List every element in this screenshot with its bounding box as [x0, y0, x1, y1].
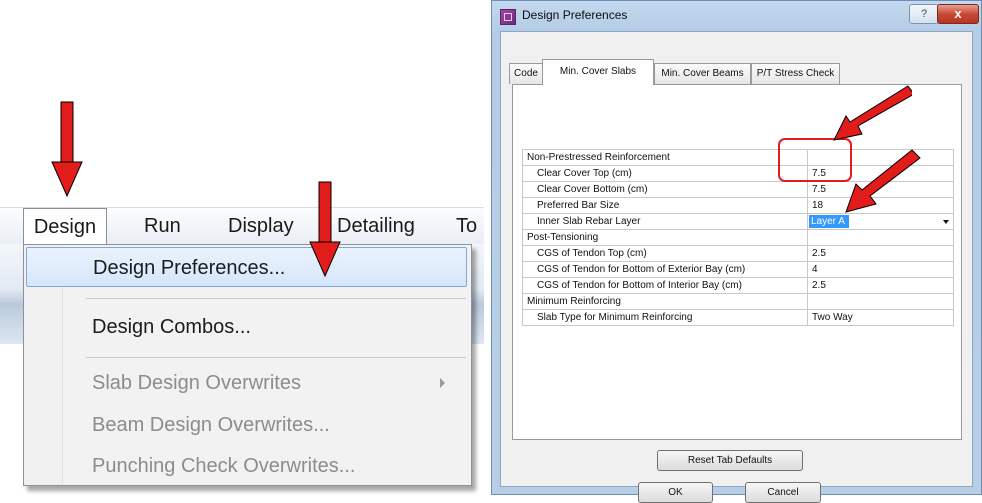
arrow-diagonal-icon — [833, 85, 912, 141]
menu-item-design-preferences[interactable]: Design Preferences... — [26, 247, 467, 287]
grid-row: CGS of Tendon for Bottom of Exterior Bay… — [522, 261, 954, 278]
cgs-tendon-interior-field[interactable]: 2.5 — [807, 277, 954, 294]
design-preferences-dialog: Design Preferences ? x Code Min. Cover S… — [491, 0, 982, 503]
grid-label-cell: Slab Type for Minimum Reinforcing — [522, 309, 808, 326]
grid-value-cell — [807, 293, 954, 310]
ok-button[interactable]: OK — [638, 482, 713, 503]
design-dropdown-menu: Design Preferences... Design Combos... S… — [23, 244, 472, 486]
grid-section-label: Minimum Reinforcing — [522, 293, 808, 310]
grid-row: Slab Type for Minimum Reinforcing Two Wa… — [522, 309, 954, 326]
cgs-tendon-exterior-field[interactable]: 4 — [807, 261, 954, 278]
tab-pt-stress-check[interactable]: P/T Stress Check — [751, 63, 840, 84]
cgs-tendon-top-field[interactable]: 2.5 — [807, 245, 954, 262]
grid-label-cell: CGS of Tendon for Bottom of Exterior Bay… — [522, 261, 808, 278]
grid-row: CGS of Tendon for Bottom of Interior Bay… — [522, 277, 954, 294]
grid-section-label: Post-Tensioning — [522, 229, 808, 246]
menu-item-beam-design-overwrites[interactable]: Beam Design Overwrites... — [26, 405, 467, 445]
arrow-diagonal-icon — [845, 149, 921, 213]
tab-min-cover-slabs[interactable]: Min. Cover Slabs — [542, 59, 654, 85]
menu-screenshot: Design Run Display Detailing To Design P… — [0, 0, 484, 495]
grid-label-cell: Clear Cover Bottom (cm) — [522, 181, 808, 198]
tab-min-cover-beams[interactable]: Min. Cover Beams — [654, 63, 751, 84]
menu-item-punching-check-overwrites[interactable]: Punching Check Overwrites... — [26, 446, 467, 486]
menu-tools-partial[interactable]: To — [446, 208, 487, 245]
help-button[interactable]: ? — [909, 4, 939, 24]
grid-label-cell: Preferred Bar Size — [522, 197, 808, 214]
grid-row: CGS of Tendon Top (cm) 2.5 — [522, 245, 954, 262]
title-bar: Design Preferences ? x — [492, 1, 981, 31]
menu-design[interactable]: Design — [23, 208, 107, 246]
menu-display[interactable]: Display — [218, 208, 304, 245]
grid-value-cell — [807, 229, 954, 246]
tab-code[interactable]: Code — [509, 63, 543, 84]
submenu-arrow-icon — [440, 378, 445, 388]
cancel-button[interactable]: Cancel — [745, 482, 821, 503]
grid-section-label: Non-Prestressed Reinforcement — [522, 149, 808, 166]
slab-type-min-reinforcing-field[interactable]: Two Way — [807, 309, 954, 326]
menu-run[interactable]: Run — [134, 208, 191, 245]
grid-section-row: Post-Tensioning — [522, 229, 954, 246]
menu-item-design-combos[interactable]: Design Combos... — [26, 307, 467, 347]
arrow-down-icon — [309, 181, 341, 278]
close-button[interactable]: x — [937, 4, 979, 24]
dialog-title: Design Preferences — [522, 8, 628, 22]
reset-tab-defaults-button[interactable]: Reset Tab Defaults — [657, 450, 803, 471]
menu-item-slab-design-overwrites[interactable]: Slab Design Overwrites — [26, 363, 467, 403]
grid-label-cell: CGS of Tendon Top (cm) — [522, 245, 808, 262]
app-icon — [500, 9, 516, 25]
menu-bar: Design Run Display Detailing To — [0, 207, 487, 246]
grid-label-cell: CGS of Tendon for Bottom of Interior Bay… — [522, 277, 808, 294]
dropdown-arrow-icon[interactable] — [943, 220, 949, 224]
menu-item-label: Slab Design Overwrites — [92, 372, 301, 394]
grid-label-cell: Clear Cover Top (cm) — [522, 165, 808, 182]
arrow-down-icon — [51, 101, 83, 198]
menu-separator — [86, 298, 466, 299]
grid-section-row: Minimum Reinforcing — [522, 293, 954, 310]
menu-separator — [86, 357, 466, 358]
grid-label-cell: Inner Slab Rebar Layer — [522, 213, 808, 230]
